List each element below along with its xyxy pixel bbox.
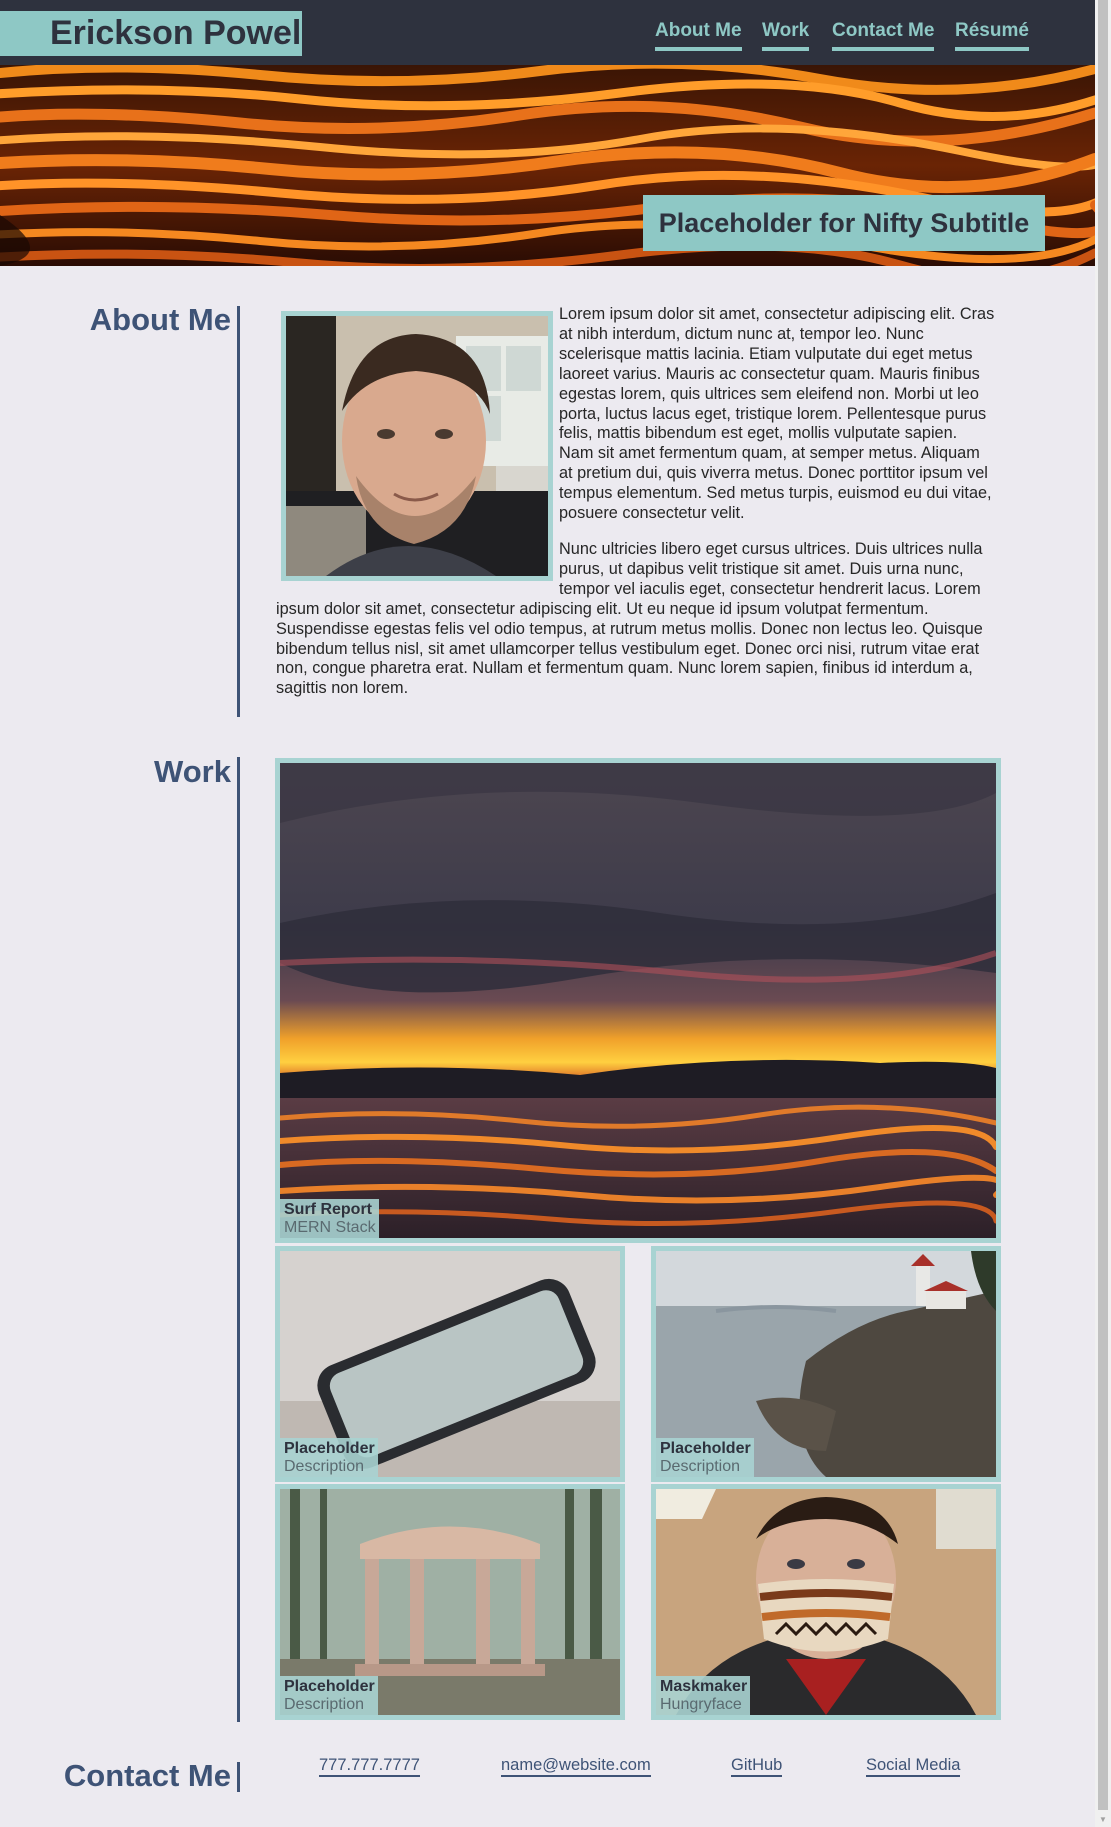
- work-caption: Placeholder Description: [280, 1676, 378, 1715]
- work-card-surf-report[interactable]: Surf Report MERN Stack: [275, 758, 1001, 1243]
- hero-subtitle: Placeholder for Nifty Subtitle: [643, 195, 1045, 251]
- work-title: Placeholder: [284, 1440, 375, 1457]
- site-brand[interactable]: Erickson Powell: [0, 11, 311, 56]
- work-subtitle: MERN Stack: [284, 1219, 376, 1236]
- about-section-title: About Me: [89, 302, 231, 337]
- surf-report-sunset-image: [280, 763, 996, 1238]
- work-card-placeholder-1[interactable]: Placeholder Description: [275, 1246, 625, 1482]
- work-caption: Placeholder Description: [280, 1438, 378, 1477]
- contact-divider: [237, 1762, 240, 1792]
- work-caption: Maskmaker Hungryface: [656, 1676, 751, 1715]
- work-subtitle: Hungryface: [660, 1696, 742, 1713]
- work-subtitle: Description: [284, 1696, 365, 1713]
- work-divider: [237, 757, 240, 1722]
- work-title: Placeholder: [660, 1440, 751, 1457]
- work-title: Placeholder: [284, 1678, 375, 1695]
- work-caption: Surf Report MERN Stack: [280, 1199, 379, 1238]
- top-navbar: Erickson Powell About Me Work Contact Me…: [0, 0, 1095, 65]
- nav-link-contact[interactable]: Contact Me: [832, 20, 935, 51]
- contact-github-link[interactable]: GitHub: [731, 1756, 783, 1777]
- profile-photo: [281, 311, 553, 581]
- scroll-down-arrow-icon[interactable]: ▼: [1098, 1815, 1108, 1825]
- work-subtitle: Description: [660, 1458, 741, 1475]
- work-title: Surf Report: [284, 1201, 372, 1218]
- work-subtitle: Description: [284, 1458, 365, 1475]
- work-caption: Placeholder Description: [656, 1438, 754, 1477]
- work-title: Maskmaker: [660, 1678, 748, 1695]
- contact-email-link[interactable]: name@website.com: [501, 1756, 651, 1777]
- nav-link-about[interactable]: About Me: [655, 20, 742, 51]
- about-divider: [237, 306, 240, 717]
- work-card-maskmaker[interactable]: Maskmaker Hungryface: [651, 1484, 1001, 1720]
- scrollbar-thumb[interactable]: [1098, 0, 1108, 1810]
- work-card-placeholder-3[interactable]: Placeholder Description: [275, 1484, 625, 1720]
- nav-link-work[interactable]: Work: [762, 20, 810, 51]
- page-scrollbar[interactable]: ▼: [1095, 0, 1111, 1827]
- contact-phone-link[interactable]: 777.777.7777: [319, 1756, 420, 1777]
- nav-link-resume[interactable]: Résumé: [955, 20, 1029, 51]
- contact-social-link[interactable]: Social Media: [866, 1756, 961, 1777]
- work-card-placeholder-2[interactable]: Placeholder Description: [651, 1246, 1001, 1482]
- contact-section-title: Contact Me: [63, 1758, 231, 1793]
- work-section-title: Work: [154, 754, 231, 789]
